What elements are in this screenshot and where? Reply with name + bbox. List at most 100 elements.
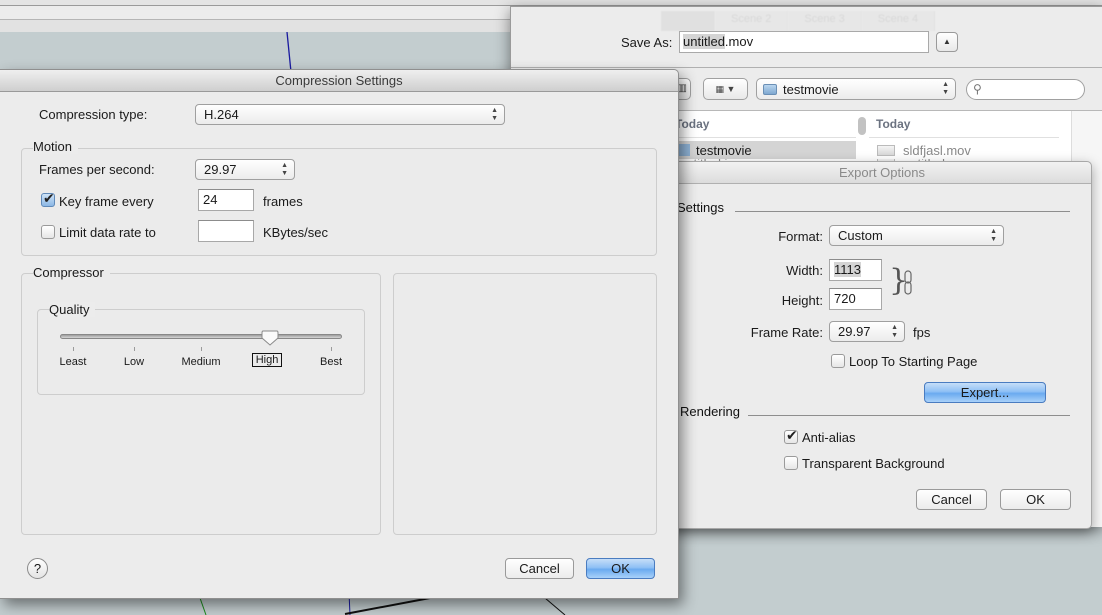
compression-type-value: H.264 <box>204 107 239 122</box>
quality-slider[interactable] <box>60 334 342 339</box>
file-name: testmovie <box>696 142 752 158</box>
model-edge <box>344 597 431 615</box>
link-constraint-icon[interactable] <box>904 270 912 296</box>
ok-button[interactable]: OK <box>586 558 655 579</box>
divider <box>511 67 1102 68</box>
quality-level-label[interactable]: Low <box>124 356 144 368</box>
arrange-button[interactable]: ▦ ▼ <box>703 78 748 100</box>
background-toolbar <box>0 6 512 20</box>
format-label: Format: <box>778 229 823 244</box>
file-name-selection: untitled <box>683 34 725 49</box>
compression-type-popup[interactable]: H.264 ▲ ▼ <box>195 104 505 125</box>
rendering-section-label: Rendering <box>680 404 740 419</box>
compression-settings-dialog: Compression Settings Compression type: H… <box>0 69 679 599</box>
popup-arrows-icon: ▲ ▼ <box>942 81 949 96</box>
scene-tab[interactable]: Scene 1 <box>661 11 715 31</box>
expand-dialog-button[interactable]: ▲ <box>936 32 958 52</box>
quality-tick <box>72 347 74 351</box>
column-header: Today <box>876 117 911 131</box>
quality-tick <box>330 347 332 351</box>
limit-data-rate-label: Limit data rate to <box>59 225 156 240</box>
antialias-checkbox[interactable] <box>784 427 798 444</box>
width-value: 1113 <box>834 262 861 277</box>
movie-file-icon <box>877 144 895 156</box>
folder-icon <box>679 144 690 156</box>
keyframe-value: 24 <box>203 192 218 207</box>
popup-arrows-icon: ▲ ▼ <box>891 324 898 339</box>
limit-data-rate-checkbox[interactable] <box>41 225 55 239</box>
quality-group <box>37 309 365 395</box>
data-rate-unit-label: KBytes/sec <box>263 225 329 240</box>
fps-popup[interactable]: 29.97 ▲ ▼ <box>195 159 295 180</box>
compressor-options-panel <box>393 273 657 535</box>
compression-type-label: Compression type: <box>39 107 148 122</box>
quality-tick <box>133 347 135 351</box>
compressor-section-label: Compressor <box>33 265 110 280</box>
fps-value: 29.97 <box>204 162 237 177</box>
frame-rate-value: 29.97 <box>838 324 871 339</box>
fps-label: Frames per second: <box>39 162 155 177</box>
quality-level-label[interactable]: High <box>251 353 283 367</box>
help-button[interactable]: ? <box>27 558 48 579</box>
column-separator <box>869 137 1059 138</box>
scene-tab[interactable]: Scene 3 <box>788 11 862 31</box>
cancel-button[interactable]: Cancel <box>505 558 574 579</box>
file-name: sldfjasl.mov <box>903 142 971 158</box>
section-rule <box>748 415 1070 416</box>
transparent-background-checkbox[interactable] <box>784 456 798 470</box>
scene-tab[interactable]: Scene 2 <box>715 11 789 31</box>
width-label: Width: <box>786 263 823 278</box>
section-rule <box>735 211 1070 212</box>
scene-tabs: Scene 1 Scene 2 Scene 3 Scene 4 <box>661 11 936 31</box>
file-item[interactable]: testmovie <box>675 141 856 159</box>
magnifier-icon: ⚲ <box>973 82 982 96</box>
file-name-extension: .mov <box>724 34 754 49</box>
column-scrollbar[interactable] <box>858 117 866 135</box>
format-popup[interactable]: Custom ▲ ▼ <box>829 225 1004 246</box>
quality-tick <box>200 347 202 351</box>
blue-axis-line <box>286 32 292 73</box>
location-value: testmovie <box>783 81 839 97</box>
loop-checkbox[interactable] <box>831 354 845 368</box>
green-axis-line <box>199 597 207 615</box>
quality-level-label[interactable]: Medium <box>181 356 220 368</box>
frame-rate-popup[interactable]: 29.97 ▲ ▼ <box>829 321 905 342</box>
keyframe-checkbox[interactable] <box>41 190 55 207</box>
export-options-dialog: Export Options Settings Format: Custom ▲… <box>672 161 1092 529</box>
dialog-title: Compression Settings <box>0 70 678 92</box>
file-item[interactable]: sldfjasl.mov <box>873 141 1059 159</box>
triangle-up-icon: ▲ <box>943 37 951 46</box>
folder-icon <box>763 83 777 95</box>
cancel-button[interactable]: Cancel <box>916 489 987 510</box>
location-popup[interactable]: testmovie ▲ ▼ <box>756 78 956 100</box>
save-as-label: Save As: <box>621 35 673 50</box>
scene-tab[interactable]: Scene 4 <box>861 11 936 31</box>
expert-button[interactable]: Expert... <box>924 382 1046 403</box>
quality-level-label[interactable]: Best <box>320 356 342 368</box>
quality-slider-thumb[interactable] <box>261 330 279 346</box>
keyframe-input[interactable]: 24 <box>198 189 254 211</box>
grid-icon: ▦ <box>715 84 725 94</box>
antialias-label: Anti-alias <box>802 430 856 445</box>
keyframe-label: Key frame every <box>59 194 154 209</box>
frame-rate-label: Frame Rate: <box>750 325 823 340</box>
data-rate-input[interactable] <box>198 220 254 242</box>
search-input[interactable]: ⚲ <box>966 79 1085 100</box>
dialog-title: Export Options <box>673 162 1091 184</box>
ok-button[interactable]: OK <box>1000 489 1071 510</box>
model-edge <box>544 597 566 615</box>
motion-section-label: Motion <box>33 139 79 154</box>
transparent-background-label: Transparent Background <box>802 456 945 471</box>
column-header: Today <box>675 117 710 131</box>
quality-section-label: Quality <box>49 302 96 317</box>
height-input[interactable]: 720 <box>829 288 882 310</box>
settings-section-label: Settings <box>677 200 724 215</box>
column-separator <box>661 137 856 138</box>
width-input[interactable]: 1113 <box>829 259 882 281</box>
loop-label: Loop To Starting Page <box>849 354 978 369</box>
fps-unit-label: fps <box>913 325 931 340</box>
format-value: Custom <box>838 228 883 243</box>
quality-level-label[interactable]: Least <box>60 356 87 368</box>
save-as-input[interactable]: untitled.mov <box>679 31 929 53</box>
background-toolbar-secondary <box>0 20 512 32</box>
